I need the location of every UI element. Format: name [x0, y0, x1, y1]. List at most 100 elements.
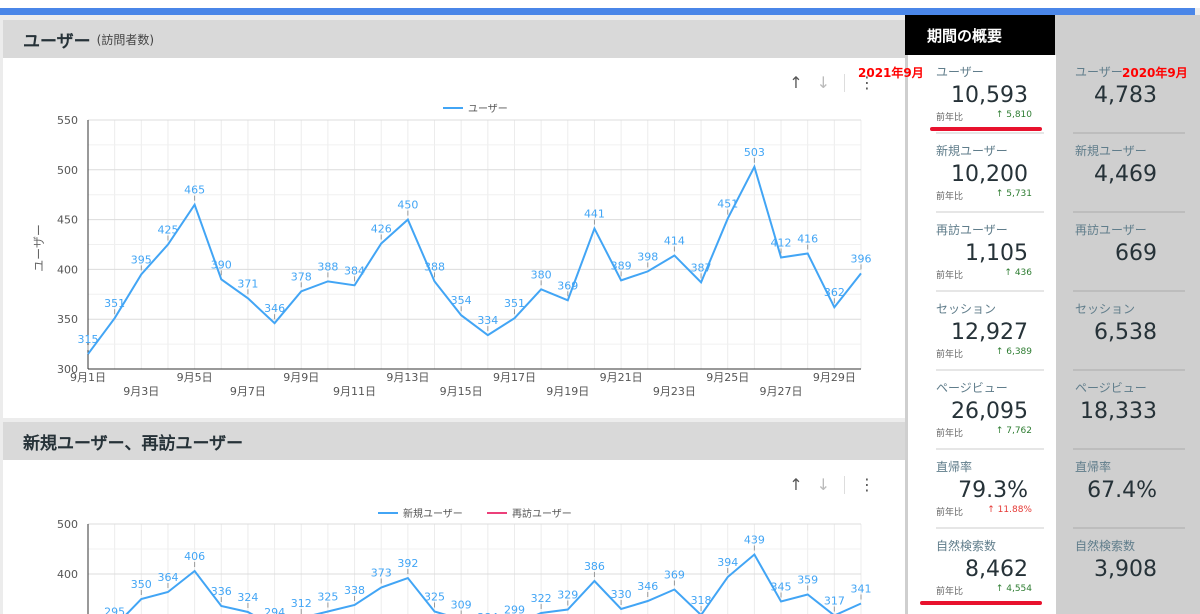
- x-tick-label: 9月19日: [546, 385, 589, 398]
- data-label: 359: [797, 574, 818, 587]
- yoy-label: 前年比: [936, 271, 964, 281]
- data-label: 396: [851, 252, 872, 265]
- metric-value: 10,200: [951, 162, 1028, 187]
- data-label: 309: [451, 599, 472, 612]
- data-label: 412: [771, 236, 792, 249]
- yoy-delta: ↑ 5,731: [996, 189, 1032, 202]
- sort-down-icon[interactable]: ↓: [817, 73, 830, 92]
- x-tick-label: 9月29日: [813, 371, 856, 384]
- yoy-delta: ↑ 6,389: [996, 347, 1032, 360]
- data-label: 294: [264, 606, 285, 614]
- data-label: 346: [264, 302, 285, 315]
- new-returning-chart-panel: ↑ ↓ ⋮ 400500新規ユーザー再訪ユーザー2752953503644063…: [3, 460, 905, 614]
- metric-label: セッション: [936, 302, 997, 316]
- data-label: 325: [424, 591, 445, 604]
- x-tick-label: 9月5日: [177, 371, 213, 384]
- yoy-delta: ↑ 5,810: [996, 110, 1032, 123]
- yoy-label: 前年比: [936, 587, 964, 597]
- x-tick-label: 9月11日: [333, 385, 376, 398]
- data-label: 388: [424, 260, 445, 273]
- data-label: 317: [824, 595, 845, 608]
- data-label: 390: [211, 258, 232, 271]
- data-label: 451: [717, 198, 738, 211]
- metric-value: 669: [1115, 241, 1157, 266]
- x-tick-label: 9月7日: [230, 385, 266, 398]
- yoy-delta-value: 4,554: [1006, 584, 1032, 594]
- data-label: 362: [824, 286, 845, 299]
- yoy-label: 前年比: [936, 350, 964, 360]
- data-label: 386: [584, 560, 605, 573]
- metric-value: 3,908: [1094, 557, 1157, 582]
- y-tick-label: 500: [57, 518, 78, 531]
- metric-card-2021: 直帰率 79.3% 前年比 ↑ 11.88%: [908, 450, 1056, 529]
- data-label: 295: [104, 606, 125, 614]
- x-tick-label: 9月25日: [706, 371, 749, 384]
- x-tick-label: 9月1日: [70, 371, 106, 384]
- metric-card-2020: セッション 6,538: [1065, 292, 1195, 371]
- yoy-delta-value: 436: [1014, 268, 1032, 278]
- metric-card-2021: ページビュー 26,095 前年比 ↑ 7,762: [908, 371, 1056, 450]
- data-label: 387: [691, 261, 712, 274]
- section-subtitle: (訪問者数): [96, 32, 155, 47]
- highlight-underline-organic: [920, 601, 1042, 605]
- yoy-delta-value: 5,810: [1006, 110, 1032, 120]
- more-options-icon[interactable]: ⋮: [859, 475, 875, 494]
- yoy-label: 前年比: [936, 113, 964, 123]
- data-label: 330: [611, 588, 632, 601]
- data-label: 338: [344, 584, 365, 597]
- metric-value: 67.4%: [1087, 478, 1157, 503]
- data-label: 398: [637, 250, 658, 263]
- data-label: 312: [291, 597, 312, 610]
- data-label: 350: [131, 578, 152, 591]
- accent-bar: [0, 8, 1195, 15]
- metric-label: 自然検索数: [936, 539, 997, 553]
- users-chart-panel: ↑ ↓ ⋮ 300 350 400 450 500 550 ユーザー 9月1日 9月5日 9月9日…: [3, 58, 905, 418]
- annotation-2020: 2020年9月: [1122, 66, 1188, 80]
- metric-value: 4,469: [1094, 162, 1157, 187]
- data-label: 346: [637, 580, 658, 593]
- metric-label: ページビュー: [1075, 381, 1147, 395]
- data-label: 406: [184, 550, 205, 563]
- data-label: 322: [531, 592, 552, 605]
- sort-down-icon[interactable]: ↓: [817, 475, 830, 494]
- y-axis-label: ユーザー: [32, 224, 46, 272]
- sort-up-icon[interactable]: ↑: [789, 73, 802, 92]
- arrow-up-icon: ↑: [995, 347, 1004, 357]
- data-label: 388: [317, 260, 338, 273]
- metric-label: 新規ユーザー: [1075, 144, 1147, 158]
- y-tick-label: 400: [57, 568, 78, 581]
- data-label: 450: [397, 199, 418, 212]
- highlight-underline-users: [930, 127, 1042, 131]
- metric-card-2021: ユーザー 10,593 前年比 ↑ 5,810: [908, 55, 1056, 134]
- metric-value: 18,333: [1080, 399, 1157, 424]
- data-label: 351: [504, 297, 525, 310]
- arrow-up-icon: ↑: [1004, 268, 1012, 278]
- sort-up-icon[interactable]: ↑: [789, 475, 802, 494]
- metric-value: 79.3%: [958, 478, 1028, 503]
- metric-value: 4,783: [1094, 83, 1157, 108]
- data-label: 299: [504, 604, 525, 614]
- data-label: 364: [157, 571, 178, 584]
- metric-card-2020: 新規ユーザー 4,469: [1065, 134, 1195, 213]
- metric-value: 12,927: [951, 320, 1028, 345]
- arrow-up-icon: ↑: [995, 110, 1004, 120]
- users-section-header: ユーザー (訪問者数): [3, 20, 905, 58]
- metric-label: 自然検索数: [1075, 539, 1136, 553]
- new-users-series-line: [125, 552, 862, 614]
- data-label: 336: [211, 585, 232, 598]
- data-label: 441: [584, 208, 605, 221]
- summary-2020-column: ユーザー 4,783 新規ユーザー 4,469 再訪ユーザー 669 セッション 6,538 ペ…: [1065, 55, 1195, 614]
- yoy-delta: ↑ 7,762: [996, 426, 1032, 439]
- metric-value: 10,593: [951, 83, 1028, 108]
- legend-label: 再訪ユーザー: [512, 507, 572, 520]
- x-tick-label: 9月15日: [440, 385, 483, 398]
- new-returning-line-chart: 400500新規ユーザー再訪ユーザー2752953503644063363242…: [57, 507, 872, 614]
- yoy-delta: ↑ 436: [1004, 268, 1032, 281]
- data-label: 345: [771, 581, 792, 594]
- metric-label: 直帰率: [1075, 460, 1112, 474]
- data-label: 395: [131, 253, 152, 266]
- section-title: 新規ユーザー、再訪ユーザー: [23, 433, 244, 454]
- tool-separator: [844, 475, 845, 494]
- yoy-delta-value: 7,762: [1006, 426, 1032, 436]
- yoy-delta-value: 5,731: [1006, 189, 1032, 199]
